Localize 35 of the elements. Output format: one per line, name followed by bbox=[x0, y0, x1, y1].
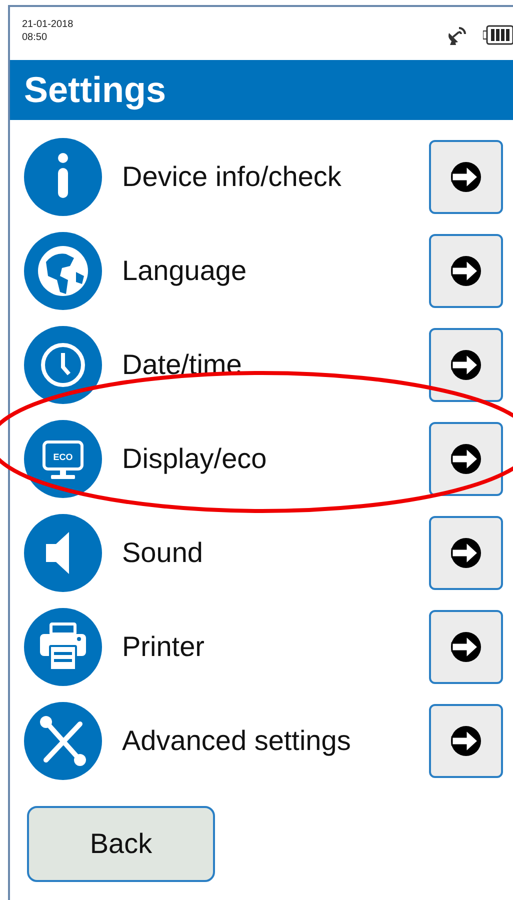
setting-label: Language bbox=[122, 254, 248, 288]
arrow-right-icon bbox=[450, 631, 482, 663]
arrow-button[interactable] bbox=[429, 516, 503, 590]
speaker-icon bbox=[24, 514, 102, 592]
page-title: Settings bbox=[24, 72, 166, 108]
arrow-button[interactable] bbox=[429, 610, 503, 684]
battery-icon bbox=[483, 25, 513, 45]
info-icon bbox=[24, 138, 102, 216]
satellite-dish-icon bbox=[447, 24, 469, 46]
printer-icon bbox=[24, 608, 102, 686]
setting-label: Device info/check bbox=[122, 160, 342, 194]
arrow-button[interactable] bbox=[429, 422, 503, 496]
arrow-right-icon bbox=[450, 537, 482, 569]
clock-icon bbox=[24, 326, 102, 404]
tools-icon bbox=[24, 702, 102, 780]
globe-icon bbox=[24, 232, 102, 310]
arrow-right-icon bbox=[450, 161, 482, 193]
arrow-button[interactable] bbox=[429, 234, 503, 308]
status-date: 21-01-2018 bbox=[22, 18, 74, 31]
arrow-right-icon bbox=[450, 443, 482, 475]
back-button[interactable]: Back bbox=[27, 806, 215, 882]
arrow-right-icon bbox=[450, 725, 482, 757]
monitor-icon bbox=[24, 420, 102, 498]
setting-label: Advanced settings bbox=[122, 724, 352, 758]
eco-label: ECO bbox=[53, 452, 73, 462]
setting-label: Sound bbox=[122, 536, 204, 570]
arrow-right-icon bbox=[450, 255, 482, 287]
arrow-button[interactable] bbox=[429, 704, 503, 778]
arrow-button[interactable] bbox=[429, 140, 503, 214]
status-time: 08:50 bbox=[22, 31, 48, 44]
arrow-right-icon bbox=[450, 349, 482, 381]
setting-label: Printer bbox=[122, 630, 206, 664]
setting-label: Date/time bbox=[122, 348, 243, 382]
arrow-button[interactable] bbox=[429, 328, 503, 402]
setting-label: Display/eco bbox=[122, 442, 268, 476]
